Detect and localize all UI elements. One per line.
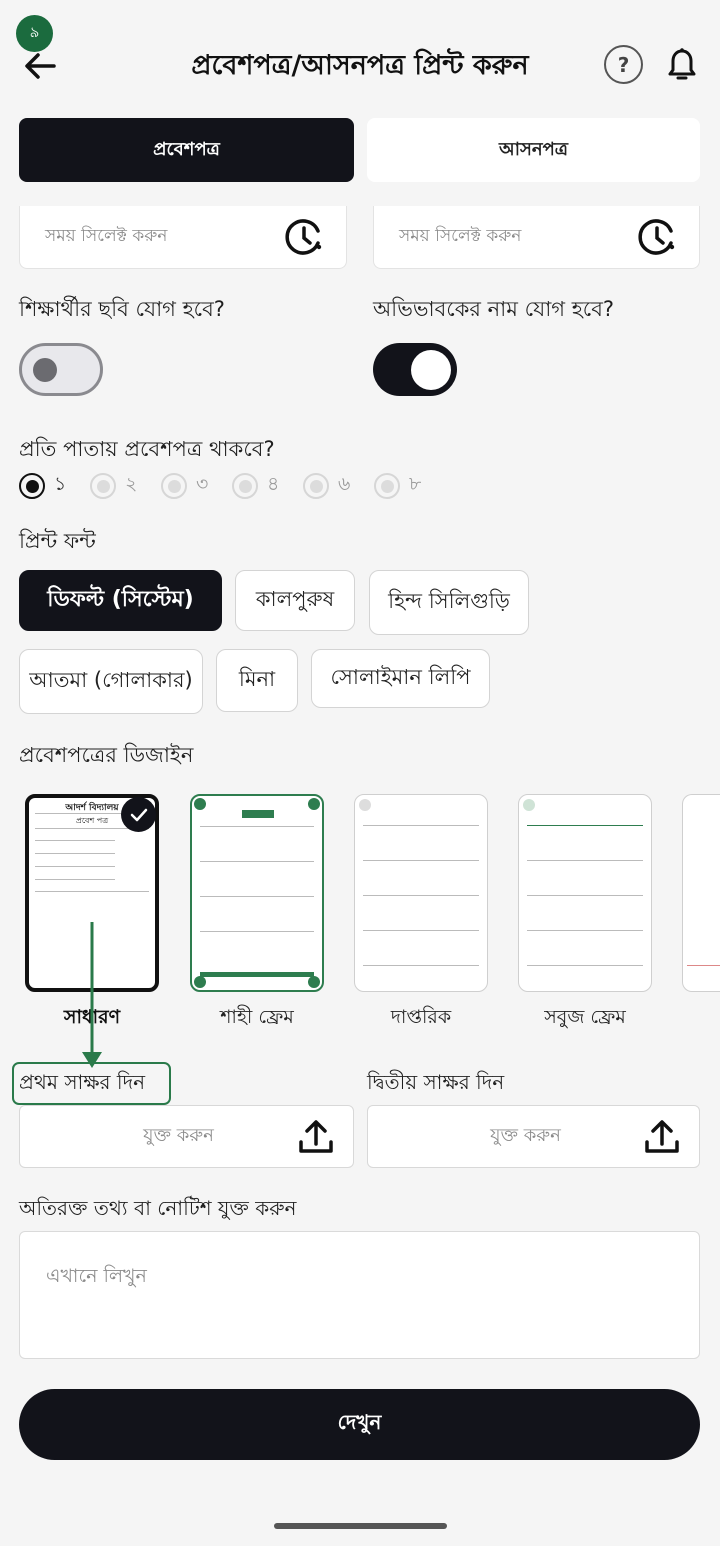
view-button[interactable]: দেখুন [19,1389,700,1460]
design-card-more[interactable] [682,794,720,992]
first-signature-label: প্রথম সাক্ষর দিন [19,1070,146,1094]
design-caption-green-frame: সবুজ ফ্রেম [544,1006,626,1028]
toggle-knob [33,357,57,382]
radio-circle [19,473,45,499]
radio-label: ২ [125,473,138,495]
second-signature-label: দ্বিতীয় সাক্ষর দিন [367,1070,505,1094]
home-indicator[interactable] [274,1523,447,1529]
radio-option-8[interactable]: ৮ [374,472,421,500]
clock-icon [638,219,675,255]
design-caption-royal-frame: শাহী ফ্রেম [220,1006,294,1028]
tab-admit-card[interactable]: প্রবেশপত্র [19,118,354,182]
notes-label: অতিরক্ত তথ্য বা নোটিশ যুক্ত করুন [19,1196,297,1220]
upload-icon [645,1119,679,1153]
design-card-green-frame[interactable] [518,794,652,992]
question-icon: ? [617,52,630,77]
radio-circle [374,473,400,499]
radio-label: ১ [54,473,67,495]
upload-label: যুক্ত করুন [490,1125,561,1146]
back-button[interactable] [20,46,60,86]
notification-button[interactable] [664,45,700,85]
font-chip-hind-siliguri[interactable]: হিন্দ সিলিগুড়ি [369,570,529,635]
page-title: প্রবেশপত্র/আসনপত্র প্রিন্ট করুন [191,49,529,81]
design-label: প্রবেশপত্রের ডিজাইন [19,743,194,767]
guardian-name-toggle[interactable] [373,343,457,396]
per-page-label: প্রতি পাতায় প্রবেশপত্র থাকবে? [19,437,275,461]
font-chip-mina[interactable]: মিনা [216,649,298,712]
time-field-placeholder: সময় সিলেক্ট করুন [399,226,522,246]
upload-label: যুক্ত করুন [143,1125,214,1146]
design-card-royal-frame[interactable] [190,794,324,992]
radio-label: ৬ [338,473,351,495]
print-font-label: প্রিন্ট ফন্ট [19,529,96,553]
font-chip-solaiman-lipi[interactable]: সোলাইমান লিপি [311,649,490,708]
time-field-placeholder: সময় সিলেক্ট করুন [45,226,168,246]
selected-check-badge [121,797,156,832]
radio-label: ৪ [267,473,280,495]
annotation-arrow-icon [82,922,102,1068]
font-chip-kalpurush[interactable]: কালপুরুষ [235,570,355,631]
clock-icon [285,219,322,255]
radio-circle [232,473,258,499]
notes-placeholder: এখানে লিখুন [46,1265,147,1287]
time-select-field-1[interactable]: সময় সিলেক্ট করুন [19,206,347,269]
design-card-official[interactable] [354,794,488,992]
radio-circle [161,473,187,499]
second-signature-upload[interactable]: যুক্ত করুন [367,1105,700,1168]
radio-option-2[interactable]: ২ [90,472,137,500]
bell-icon [668,48,696,80]
student-photo-toggle[interactable] [19,343,103,396]
design-caption-official: দাপ্তরিক [390,1006,452,1028]
radio-label: ৩ [196,473,209,495]
arrow-left-icon [25,53,56,79]
help-button[interactable]: ? [604,45,643,84]
radio-option-3[interactable]: ৩ [161,472,208,500]
student-photo-label: শিক্ষার্থীর ছবি যোগ হবে? [19,297,225,321]
radio-circle [90,473,116,499]
upload-icon [299,1119,333,1153]
radio-option-6[interactable]: ৬ [303,472,350,500]
radio-label: ৮ [409,473,422,495]
tab-seat-card[interactable]: আসনপত্র [367,118,700,182]
notes-textarea[interactable]: এখানে লিখুন [19,1231,700,1359]
first-signature-upload[interactable]: যুক্ত করুন [19,1105,354,1168]
radio-option-4[interactable]: ৪ [232,472,279,500]
check-icon [130,808,147,821]
guardian-name-label: অভিভাবকের নাম যোগ হবে? [373,297,615,321]
toggle-knob [411,349,451,390]
time-select-field-2[interactable]: সময় সিলেক্ট করুন [373,206,700,269]
radio-option-1[interactable]: ১ [19,472,66,500]
font-chip-default[interactable]: ডিফল্ট (সিস্টেম) [19,570,222,631]
radio-circle [303,473,329,499]
font-chip-atma[interactable]: আতমা (গোলাকার) [19,649,203,714]
